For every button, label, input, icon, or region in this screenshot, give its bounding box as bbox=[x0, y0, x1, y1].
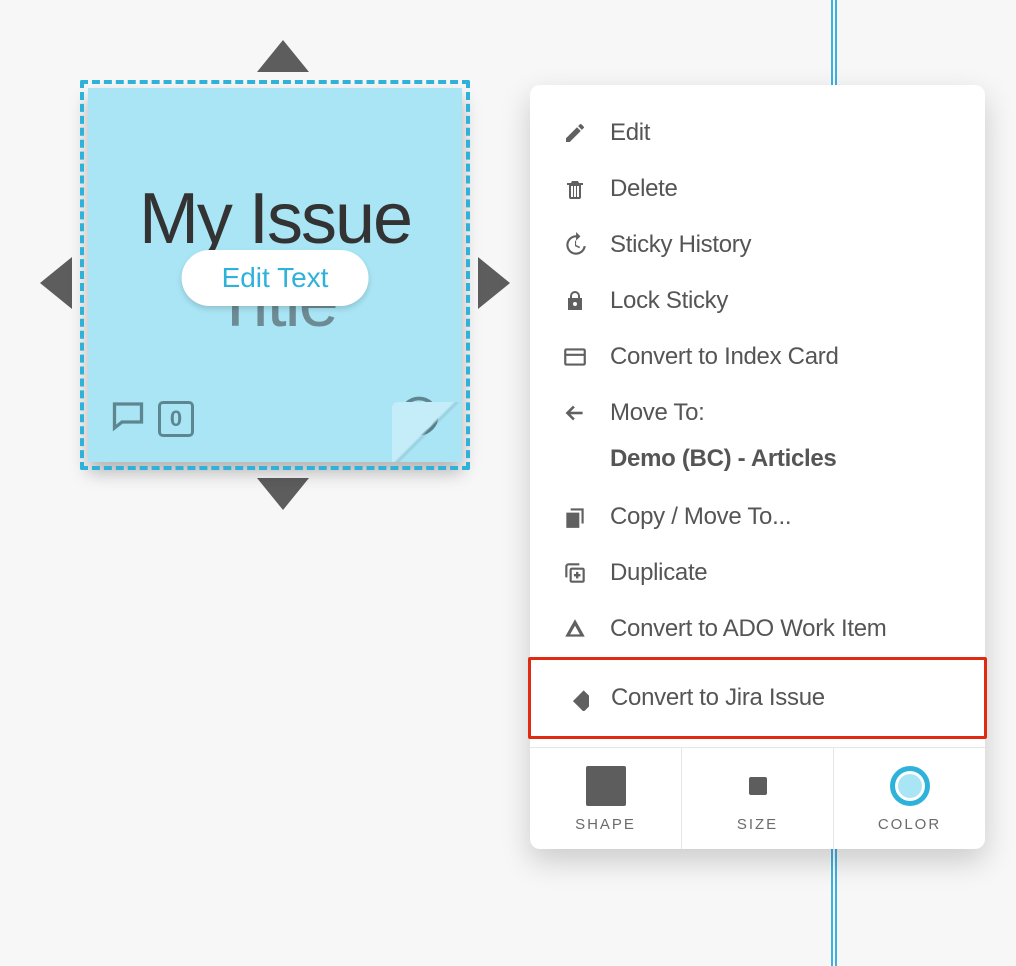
size-label: SIZE bbox=[737, 816, 778, 833]
menu-label: Lock Sticky bbox=[610, 287, 728, 315]
pencil-icon bbox=[560, 121, 590, 145]
menu-item-history[interactable]: Sticky History bbox=[530, 217, 985, 273]
menu-item-edit[interactable]: Edit bbox=[530, 105, 985, 161]
highlighted-menu-item: Convert to Jira Issue bbox=[528, 657, 987, 739]
jira-icon bbox=[561, 685, 591, 711]
menu-label: Convert to ADO Work Item bbox=[610, 615, 886, 643]
sticky-footer: 0 bbox=[110, 395, 440, 442]
menu-item-convert-jira[interactable]: Convert to Jira Issue bbox=[531, 660, 984, 736]
arrow-down-handle[interactable] bbox=[257, 478, 309, 510]
copy-icon bbox=[560, 504, 590, 530]
shape-swatch-icon bbox=[586, 766, 626, 806]
ado-icon bbox=[560, 616, 590, 642]
edit-text-button[interactable]: Edit Text bbox=[182, 250, 369, 306]
context-menu: Edit Delete Sticky History Lock Sticky C bbox=[530, 85, 985, 849]
lock-icon bbox=[560, 289, 590, 313]
menu-item-duplicate[interactable]: Duplicate bbox=[530, 545, 985, 601]
menu-item-delete[interactable]: Delete bbox=[530, 161, 985, 217]
menu-label: Edit bbox=[610, 119, 650, 147]
color-label: COLOR bbox=[878, 816, 941, 833]
menu-label: Sticky History bbox=[610, 231, 751, 259]
menu-label: Delete bbox=[610, 175, 678, 203]
menu-label: Convert to Jira Issue bbox=[611, 684, 825, 712]
menu-label: Copy / Move To... bbox=[610, 503, 791, 531]
arrow-left-icon bbox=[560, 400, 590, 426]
history-icon bbox=[560, 232, 590, 258]
menu-label: Move To: bbox=[610, 399, 705, 427]
move-to-target: Demo (BC) - Articles bbox=[530, 441, 985, 489]
color-button[interactable]: COLOR bbox=[834, 748, 985, 849]
duplicate-icon bbox=[560, 560, 590, 586]
menu-item-convert-ado[interactable]: Convert to ADO Work Item bbox=[530, 601, 985, 657]
size-button[interactable]: SIZE bbox=[682, 748, 834, 849]
shape-label: SHAPE bbox=[575, 816, 636, 833]
menu-item-lock[interactable]: Lock Sticky bbox=[530, 273, 985, 329]
sticky-title-line1: My Issue bbox=[88, 178, 462, 261]
check-circle-icon[interactable] bbox=[398, 395, 440, 442]
menu-item-copy-move[interactable]: Copy / Move To... bbox=[530, 489, 985, 545]
shape-button[interactable]: SHAPE bbox=[530, 748, 682, 849]
trash-icon bbox=[560, 177, 590, 201]
sticky-note[interactable]: My Issue Title 0 Edit Text bbox=[80, 80, 470, 470]
comment-icon[interactable] bbox=[110, 398, 146, 439]
vote-count[interactable]: 0 bbox=[158, 401, 194, 437]
color-swatch-icon bbox=[890, 766, 930, 806]
menu-label: Duplicate bbox=[610, 559, 707, 587]
card-icon bbox=[560, 344, 590, 370]
menu-item-move-to[interactable]: Move To: bbox=[530, 385, 985, 441]
size-swatch-icon bbox=[749, 777, 767, 795]
menu-footer: SHAPE SIZE COLOR bbox=[530, 747, 985, 849]
menu-list: Edit Delete Sticky History Lock Sticky C bbox=[530, 85, 985, 747]
menu-item-convert-index-card[interactable]: Convert to Index Card bbox=[530, 329, 985, 385]
arrow-right-handle[interactable] bbox=[478, 257, 510, 309]
arrow-up-handle[interactable] bbox=[257, 40, 309, 72]
menu-label: Convert to Index Card bbox=[610, 343, 839, 371]
arrow-left-handle[interactable] bbox=[40, 257, 72, 309]
